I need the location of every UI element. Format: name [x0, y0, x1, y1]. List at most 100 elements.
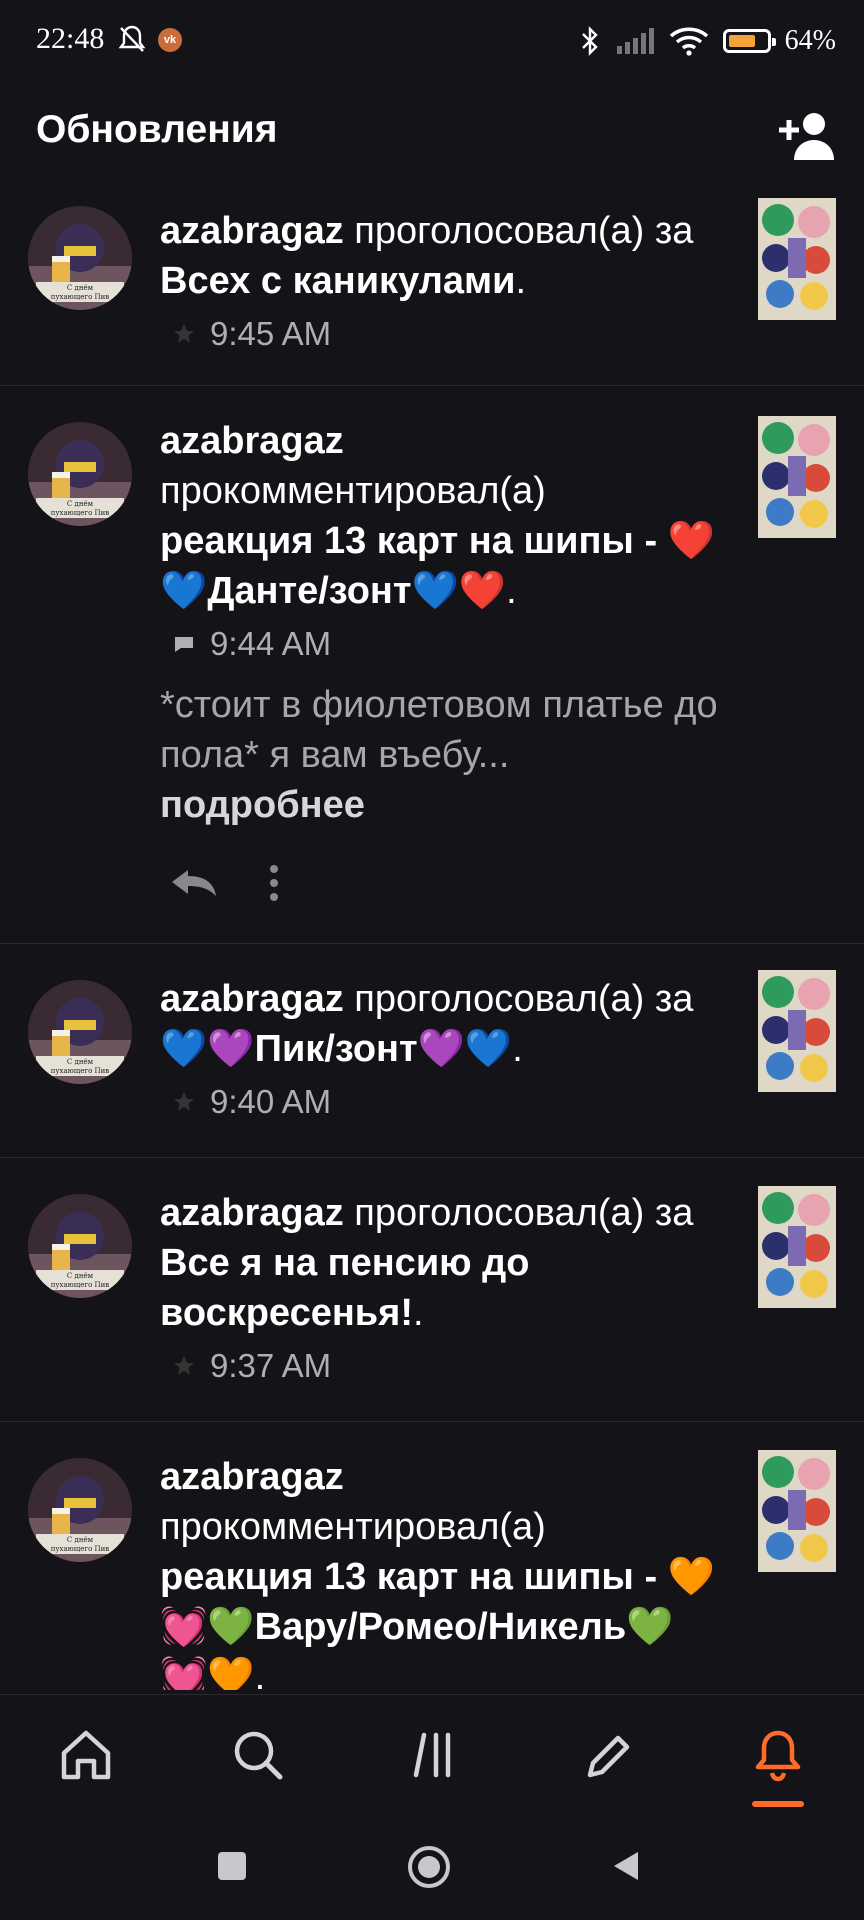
username[interactable]: azabragaz — [160, 210, 344, 252]
svg-text:пухающего Пив: пухающего Пив — [51, 1545, 110, 1553]
punctuation: . — [412, 1292, 424, 1334]
status-time: 22:48 — [36, 22, 105, 55]
notification-text: azabragaz проголосовал(а) за 💙💜Пик/зонт💜… — [160, 974, 720, 1074]
post-thumbnail[interactable] — [758, 1186, 836, 1308]
avatar[interactable]: С днём пухающего Пив — [28, 1194, 132, 1298]
timestamp: 9:45 AM — [210, 315, 332, 352]
username[interactable]: azabragaz — [160, 420, 344, 462]
comment-text: *стоит в фиолетовом платье до пола* я ва… — [160, 684, 718, 776]
back-button[interactable] — [608, 1848, 644, 1884]
thumbnail-image — [758, 1450, 836, 1572]
punctuation: . — [506, 570, 517, 612]
punctuation: . — [512, 1028, 523, 1070]
avatar-image: С днём пухающего Пив — [28, 1458, 132, 1562]
active-tab-indicator — [752, 1801, 804, 1807]
post-title[interactable]: реакция 13 карт на шипы - 🧡💓💚Вару/Ромео/… — [160, 1556, 715, 1690]
comment-excerpt: *стоит в фиолетовом платье до пола* я ва… — [160, 680, 720, 830]
add-user-icon[interactable] — [776, 110, 836, 162]
bell-off-icon — [118, 25, 146, 52]
star-icon — [174, 324, 194, 343]
notification-content: azabragaz проголосовал(а) за Все я на пе… — [160, 1188, 720, 1390]
notification-meta: 9:40 AM — [172, 1078, 720, 1126]
bottom-navigation — [0, 1694, 864, 1815]
notification-content: azabragaz прокомментировал(а) реакция 13… — [160, 416, 720, 902]
username[interactable]: azabragaz — [160, 978, 344, 1020]
notification-meta: 9:45 AM — [172, 310, 720, 358]
status-right: 64% — [579, 24, 836, 58]
post-title[interactable]: реакция 13 карт на шипы - ❤️💙Данте/зонт💙… — [160, 520, 715, 612]
svg-text:пухающего Пив: пухающего Пив — [51, 1067, 110, 1075]
svg-text:С днём: С днём — [67, 1058, 94, 1066]
avatar-image: С днём пухающего Пив — [28, 422, 132, 526]
post-title[interactable]: 💙💜Пик/зонт💜💙 — [160, 1028, 512, 1070]
post-title[interactable]: Всех с каникулами — [160, 260, 515, 302]
notification-text: azabragaz прокомментировал(а) реакция 13… — [160, 1452, 720, 1690]
avatar[interactable]: С днём пухающего Пив — [28, 422, 132, 526]
notification-text: azabragaz прокомментировал(а) реакция 13… — [160, 416, 720, 616]
more-options-icon[interactable] — [268, 864, 280, 902]
timestamp: 9:40 AM — [210, 1083, 332, 1120]
svg-text:С днём: С днём — [67, 284, 94, 292]
notifications-icon[interactable] — [748, 1725, 808, 1785]
notification-item[interactable]: С днём пухающего Пив azabragaz прокоммен… — [0, 1422, 864, 1690]
punctuation: . — [254, 1656, 266, 1690]
notification-content: azabragaz прокомментировал(а) реакция 13… — [160, 1452, 720, 1690]
timestamp: 9:37 AM — [210, 1347, 332, 1384]
signal-icon — [616, 28, 654, 54]
notification-meta: 9:37 AM — [172, 1342, 720, 1390]
action-text: прокомментировал(а) — [160, 1506, 546, 1548]
header: Обновления — [0, 84, 864, 184]
recents-button[interactable] — [214, 1848, 250, 1884]
post-thumbnail[interactable] — [758, 970, 836, 1092]
notification-text: azabragaz проголосовал(а) за Всех с кани… — [160, 206, 720, 306]
status-bar: 22:48 vk 64% — [0, 0, 864, 84]
action-text: проголосовал(а) за — [343, 1192, 694, 1234]
username[interactable]: azabragaz — [160, 1456, 344, 1498]
svg-text:пухающего Пив: пухающего Пив — [51, 1281, 110, 1289]
notification-text: azabragaz проголосовал(а) за Все я на пе… — [160, 1188, 720, 1338]
avatar-image: С днём пухающего Пив — [28, 980, 132, 1084]
system-navigation — [0, 1818, 864, 1920]
battery-icon — [722, 29, 776, 53]
notification-content: azabragaz проголосовал(а) за Всех с кани… — [160, 206, 720, 358]
wifi-icon — [669, 27, 708, 56]
svg-text:С днём: С днём — [67, 500, 94, 508]
home-icon[interactable] — [56, 1725, 116, 1785]
action-text: проголосовал(а) за — [343, 978, 694, 1020]
svg-text:пухающего Пив: пухающего Пив — [51, 293, 110, 301]
vk-icon: vk — [158, 28, 182, 52]
avatar-image: С днём пухающего Пив — [28, 206, 132, 310]
thumbnail-image — [758, 198, 836, 320]
notification-item[interactable]: С днём пухающего Пив azabragaz проголосо… — [0, 944, 864, 1158]
notification-item[interactable]: С днём пухающего Пив azabragaz проголосо… — [0, 1158, 864, 1422]
comment-actions — [168, 864, 720, 902]
avatar[interactable]: С днём пухающего Пив — [28, 206, 132, 310]
reply-icon[interactable] — [168, 866, 220, 900]
svg-text:пухающего Пив: пухающего Пив — [51, 509, 110, 517]
bluetooth-icon — [581, 26, 598, 56]
page-title: Обновления — [36, 108, 278, 151]
star-icon — [174, 1356, 194, 1375]
post-title[interactable]: Все я на пенсию до воскресенья! — [160, 1242, 530, 1334]
avatar[interactable]: С днём пухающего Пив — [28, 980, 132, 1084]
username[interactable]: azabragaz — [160, 1192, 344, 1234]
notification-item[interactable]: С днём пухающего Пив azabragaz прокоммен… — [0, 386, 864, 944]
notification-meta: 9:44 AM — [172, 620, 720, 668]
svg-text:С днём: С днём — [67, 1536, 94, 1544]
search-icon[interactable] — [228, 1725, 288, 1785]
thumbnail-image — [758, 416, 836, 538]
svg-text:С днём: С днём — [67, 1272, 94, 1280]
write-icon[interactable] — [578, 1725, 638, 1785]
home-button[interactable] — [406, 1844, 452, 1890]
avatar[interactable]: С днём пухающего Пив — [28, 1458, 132, 1562]
post-thumbnail[interactable] — [758, 198, 836, 320]
library-icon[interactable] — [404, 1725, 464, 1785]
comment-icon — [175, 637, 193, 652]
notification-item[interactable]: С днём пухающего Пив azabragaz проголосо… — [0, 190, 864, 386]
action-text: прокомментировал(а) — [160, 470, 546, 512]
post-thumbnail[interactable] — [758, 416, 836, 538]
timestamp: 9:44 AM — [210, 625, 332, 662]
post-thumbnail[interactable] — [758, 1450, 836, 1572]
read-more-link[interactable]: подробнее — [160, 784, 365, 826]
star-icon — [174, 1092, 194, 1111]
